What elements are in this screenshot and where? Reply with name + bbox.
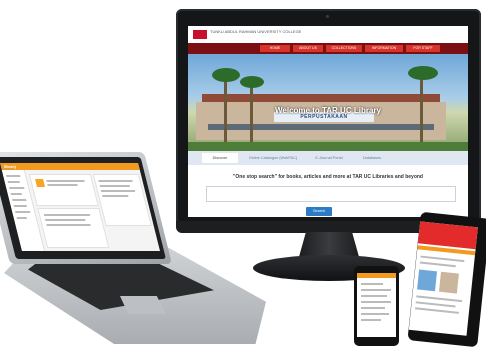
building-windows bbox=[208, 124, 434, 130]
panel-text-line bbox=[46, 180, 85, 182]
sidebar-item[interactable] bbox=[12, 199, 27, 201]
panel-thumbnail bbox=[35, 179, 46, 187]
tablet-text-line bbox=[420, 255, 465, 262]
panel-text-line bbox=[99, 185, 130, 187]
tab-online-catalogue[interactable]: Online Catalogue (WebPAC) bbox=[242, 153, 304, 163]
nav-item-about[interactable]: ABOUT US bbox=[293, 45, 323, 52]
panel-text-line bbox=[102, 195, 129, 197]
phone-text-line bbox=[361, 301, 391, 303]
tablet-library-page bbox=[408, 221, 478, 336]
tablet-thumbnail bbox=[417, 269, 438, 292]
phone-text-line bbox=[361, 283, 383, 285]
sidebar-item[interactable] bbox=[16, 217, 27, 219]
palm-tree-fronds bbox=[240, 76, 264, 88]
sidebar-item[interactable] bbox=[7, 181, 20, 183]
phone-text-line bbox=[361, 313, 389, 315]
tablet-text-line bbox=[416, 295, 463, 302]
panel-text-line bbox=[45, 219, 86, 221]
nav-item-staff[interactable]: FOR STAFF bbox=[406, 45, 440, 52]
tab-e-journal-portal[interactable]: E-Journal Portal bbox=[308, 153, 350, 163]
laptop-library-page: library bbox=[0, 163, 160, 251]
panel-text-line bbox=[47, 184, 78, 186]
sidebar-item[interactable] bbox=[13, 205, 27, 207]
sidebar-item[interactable] bbox=[6, 175, 21, 177]
phone-text-line bbox=[361, 289, 391, 291]
sidebar-item[interactable] bbox=[15, 211, 31, 213]
phone-library-page bbox=[357, 273, 396, 337]
phone-top-bar bbox=[357, 273, 396, 278]
panel-text-line bbox=[98, 180, 133, 182]
search-button[interactable]: Search bbox=[306, 207, 332, 216]
laptop-site-title: library bbox=[3, 164, 17, 169]
search-input[interactable] bbox=[206, 186, 456, 202]
laptop-top-bar bbox=[0, 163, 140, 170]
tablet-text-line bbox=[415, 301, 456, 307]
lawn bbox=[188, 142, 468, 151]
tablet-text-line bbox=[415, 307, 459, 314]
panel-text-line bbox=[46, 224, 91, 226]
tablet-header-banner bbox=[417, 221, 478, 250]
laptop-content-panel bbox=[37, 208, 110, 248]
search-prompt: "One stop search" for books, articles an… bbox=[233, 174, 423, 180]
college-logo[interactable] bbox=[193, 30, 207, 39]
nav-item-home[interactable]: HOME bbox=[260, 45, 290, 52]
sidebar-item[interactable] bbox=[10, 193, 22, 195]
laptop-content-panel bbox=[28, 174, 99, 206]
panel-text-line bbox=[100, 190, 136, 192]
tablet-text-line bbox=[419, 261, 456, 267]
tab-databases[interactable]: Databases bbox=[354, 153, 390, 163]
welcome-title: Welcome to TAR UC Library bbox=[275, 106, 381, 115]
tablet-thumbnail bbox=[438, 271, 459, 294]
hero-image: PERPUSTAKAAN Welcome to TAR UC Library bbox=[188, 54, 468, 151]
nav-item-collections[interactable]: COLLECTIONS bbox=[326, 45, 362, 52]
camera-dot bbox=[326, 15, 329, 18]
palm-tree-fronds bbox=[212, 68, 240, 82]
palm-tree-fronds bbox=[408, 66, 438, 80]
tab-discover[interactable]: Discover bbox=[202, 153, 238, 163]
desktop-library-page: TUNKU ABDUL RAHMAN UNIVERSITY COLLEGE HO… bbox=[188, 26, 468, 217]
phone-text-line bbox=[361, 307, 385, 309]
header-text: TUNKU ABDUL RAHMAN UNIVERSITY COLLEGE bbox=[210, 29, 302, 34]
sidebar-item[interactable] bbox=[9, 187, 25, 189]
panel-text-line bbox=[43, 214, 91, 216]
phone-text-line bbox=[361, 295, 387, 297]
nav-item-information[interactable]: INFORMATION bbox=[365, 45, 403, 52]
phone-text-line bbox=[361, 319, 381, 321]
